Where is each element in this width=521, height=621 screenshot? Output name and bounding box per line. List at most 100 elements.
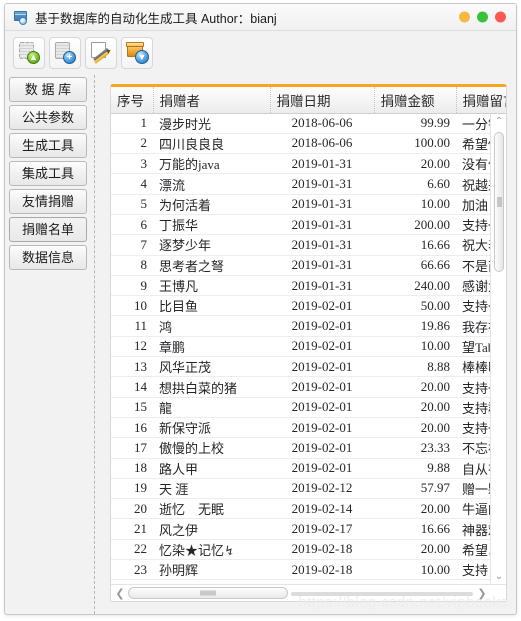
database-icon: [13, 9, 29, 25]
table-row[interactable]: 23孙明辉2019-02-1810.00支持，越做: [111, 559, 506, 581]
connect-database-button[interactable]: ▲: [13, 37, 45, 69]
table-row[interactable]: 19天 涯2019-02-1257.97赠一颗烟谢: [111, 478, 506, 500]
cell-amount: 20.00: [374, 153, 456, 175]
cell-amount: 16.66: [374, 518, 456, 540]
cell-index: 18: [111, 458, 153, 479]
cell-date: 2019-02-01: [270, 417, 374, 439]
toolbar: ▲ + ▼: [5, 31, 516, 75]
cell-amount: 200.00: [374, 214, 456, 236]
database-add-icon: +: [52, 40, 78, 66]
cell-index: 1: [111, 113, 153, 134]
cell-date: 2019-01-31: [270, 214, 374, 236]
export-button[interactable]: ▼: [121, 37, 153, 69]
table-row[interactable]: 13 风华正茂 2019-02-01 8.88 棒棒哒: [111, 356, 506, 378]
cell-donor: 王博凡: [153, 275, 270, 297]
application-window: 基于数据库的自动化生成工具 Author：bianj ▲ + ▼ 数 据 库 公…: [4, 3, 517, 615]
scroll-up-arrow-icon[interactable]: ⌃: [491, 114, 506, 129]
sidebar-item-donate[interactable]: 友情捐赠: [9, 189, 87, 214]
scrollbar-grip-icon: [497, 197, 502, 207]
cell-date: 2019-01-31: [270, 234, 374, 256]
cell-donor: 忆染★记忆↯: [153, 539, 270, 561]
sidebar-item-data-info[interactable]: 数据信息: [9, 245, 87, 270]
table-row[interactable]: 16新保守派2019-02-0120.00支持一下: [111, 417, 506, 439]
column-header-index[interactable]: 序号: [111, 87, 154, 114]
cell-index: 16: [111, 417, 153, 439]
cell-date: 2019-02-01: [270, 376, 374, 398]
cell-date: 2019-02-18: [270, 539, 374, 561]
cell-donor: 鸿: [153, 315, 270, 337]
sidebar: 数 据 库 公共参数 生成工具 集成工具 友情捐赠 捐赠名单 数据信息: [5, 75, 95, 614]
table-row[interactable]: 6丁振华2019-01-31200.00支持一下: [111, 214, 506, 236]
cell-amount: 20.00: [374, 539, 456, 561]
table-row[interactable]: 12章鹏2019-02-0110.00望TableGo: [111, 336, 506, 358]
sidebar-item-parameters[interactable]: 公共参数: [9, 105, 87, 130]
table-row[interactable]: 15龍2019-02-0120.00支持群主，: [111, 397, 506, 418]
table-row[interactable]: 10比目鱼2019-02-0150.00支持一下: [111, 295, 506, 317]
table-row[interactable]: 1漫步时光2018-06-0699.99一分钱换个: [111, 113, 506, 134]
table-row[interactable]: 5 为何活着 2019-01-31 10.00 加油: [111, 194, 506, 215]
table-row[interactable]: 11鸿2019-02-0119.86我存在你深: [111, 315, 506, 337]
table-row[interactable]: 8思考者之弩2019-01-3166.66不是商户，: [111, 255, 506, 276]
cell-donor: 孙明辉: [153, 559, 270, 581]
table-row[interactable]: 3万能的java2019-01-3120.00没有什么比: [111, 153, 506, 175]
column-header-amount[interactable]: 捐赠金额: [374, 87, 457, 114]
watermark-text: https://blog.csdn.net/vipbooks: [298, 594, 508, 611]
cell-index: 12: [111, 336, 153, 358]
scroll-left-arrow-icon[interactable]: ❮: [112, 585, 128, 601]
cell-index: 20: [111, 498, 153, 520]
cell-date: 2019-02-12: [270, 478, 374, 500]
cell-index: 10: [111, 295, 153, 317]
cell-date: 2019-02-17: [270, 518, 374, 540]
table-body: 1漫步时光2018-06-0699.99一分钱换个2四川良良良2018-06-0…: [111, 113, 506, 581]
cell-date: 2019-01-31: [270, 194, 374, 215]
table-row[interactable]: 18路人甲2019-02-019.88自从有了你: [111, 458, 506, 479]
table-row[interactable]: 17傲慢的上校2019-02-0123.33不忘初心，: [111, 437, 506, 459]
cell-amount: 10.00: [374, 559, 456, 581]
cell-date: 2019-02-14: [270, 498, 374, 520]
sidebar-item-generator[interactable]: 生成工具: [9, 133, 87, 158]
table-row[interactable]: 9王博凡2019-01-31240.00感谢大表哥: [111, 275, 506, 297]
settings-tools-button[interactable]: [85, 37, 117, 69]
cell-index: 6: [111, 214, 153, 236]
cell-date: 2018-06-06: [270, 113, 374, 134]
cell-amount: 99.99: [374, 113, 456, 134]
cell-date: 2019-02-01: [270, 336, 374, 358]
column-header-message[interactable]: 捐赠留言: [456, 87, 506, 114]
cell-amount: 10.00: [374, 336, 456, 358]
sidebar-item-donor-list[interactable]: 捐赠名单: [9, 217, 87, 242]
cell-index: 4: [111, 173, 153, 195]
table-row[interactable]: 20逝忆 无眠2019-02-1420.00牛逼的软件: [111, 498, 506, 520]
tools-icon: [88, 40, 114, 66]
scroll-down-arrow-icon[interactable]: ⌄: [491, 569, 506, 584]
table-row[interactable]: 22忆染★记忆↯2019-02-1820.00希望以后超: [111, 539, 506, 561]
table-row[interactable]: 4漂流2019-01-316.60祝越来越好: [111, 173, 506, 195]
table-row[interactable]: 21风之伊2019-02-1716.66神器难得一: [111, 518, 506, 540]
add-database-button[interactable]: +: [49, 37, 81, 69]
cell-donor: 漂流: [153, 173, 270, 195]
body-area: 数 据 库 公共参数 生成工具 集成工具 友情捐赠 捐赠名单 数据信息 序号 捐…: [5, 75, 516, 614]
cell-date: 2019-02-18: [270, 559, 374, 581]
horizontal-scrollbar-thumb[interactable]: [128, 587, 288, 599]
column-header-donor[interactable]: 捐赠者: [153, 87, 271, 114]
cell-donor: 逐梦少年: [153, 234, 270, 256]
sidebar-item-database[interactable]: 数 据 库: [9, 77, 87, 102]
cell-donor: 傲慢的上校: [153, 437, 270, 459]
window-controls: [459, 11, 506, 23]
column-header-date[interactable]: 捐赠日期: [270, 87, 375, 114]
table-row[interactable]: 2四川良良良2018-06-06100.00希望做的更: [111, 133, 506, 155]
minimize-button[interactable]: [459, 11, 470, 23]
sidebar-item-integration[interactable]: 集成工具: [9, 161, 87, 186]
maximize-button[interactable]: [477, 11, 488, 23]
table-row[interactable]: 7逐梦少年2019-01-3116.66祝大表哥里: [111, 234, 506, 256]
cell-index: 2: [111, 133, 153, 155]
cell-date: 2019-01-31: [270, 255, 374, 276]
cell-amount: 240.00: [374, 275, 456, 297]
vertical-scrollbar[interactable]: ⌃ ⌄: [490, 114, 506, 584]
cell-amount: 16.66: [374, 234, 456, 256]
cell-amount: 20.00: [374, 417, 456, 439]
cell-amount: 9.88: [374, 458, 456, 479]
close-button[interactable]: [495, 11, 506, 23]
cell-date: 2018-06-06: [270, 133, 374, 155]
table-row[interactable]: 14想拱白菜的猪2019-02-0120.00支持一下: [111, 376, 506, 398]
vertical-scrollbar-thumb[interactable]: [494, 132, 504, 272]
